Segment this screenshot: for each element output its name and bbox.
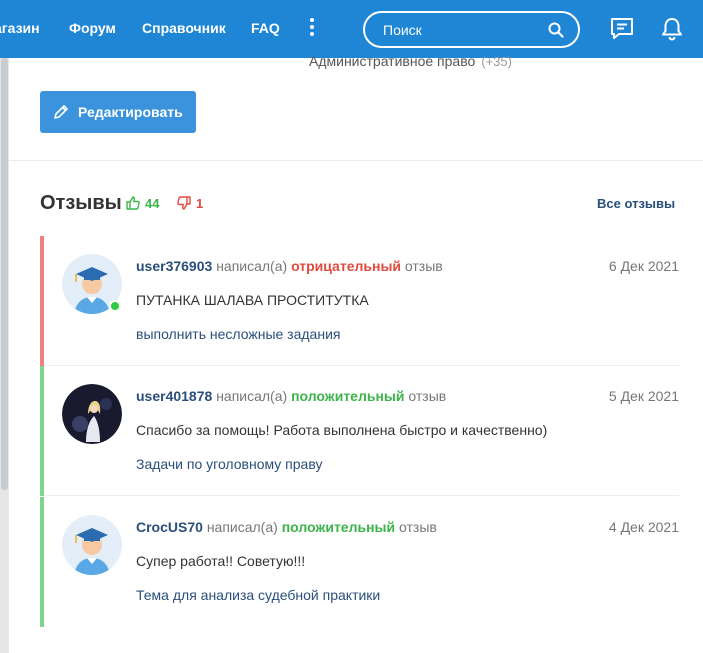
review-type: положительный bbox=[291, 388, 405, 404]
review-author[interactable]: user401878 bbox=[136, 388, 212, 404]
review-word: отзыв bbox=[408, 388, 447, 404]
bell-icon[interactable] bbox=[659, 16, 685, 42]
nav-forum[interactable]: Форум bbox=[69, 20, 116, 36]
review-separator bbox=[44, 495, 679, 496]
review-text: ПУТАНКА ШАЛАВА ПРОСТИТУТКА bbox=[136, 292, 369, 308]
review-word: отзыв bbox=[404, 258, 443, 274]
reviews-title: Отзывы bbox=[40, 192, 122, 214]
review-task-link[interactable]: Тема для анализа судебной практики bbox=[136, 587, 380, 603]
review-type: отрицательный bbox=[291, 258, 402, 274]
top-nav-bar: агазин Форум Справочник FAQ bbox=[0, 0, 703, 58]
nav-faq[interactable]: FAQ bbox=[251, 20, 280, 36]
positive-indicator-bar bbox=[40, 366, 44, 496]
review-date: 5 Дек 2021 bbox=[608, 388, 679, 404]
review-author[interactable]: user376903 bbox=[136, 258, 212, 274]
review-header: user401878 написал(а) положительный отзы… bbox=[136, 388, 446, 404]
specialization-label: Административное право bbox=[309, 53, 476, 69]
review-date: 6 Дек 2021 bbox=[608, 258, 679, 274]
all-reviews-link[interactable]: Все отзывы bbox=[597, 196, 675, 211]
search-icon[interactable] bbox=[548, 22, 564, 38]
review-item: user401878 написал(а) положительный отзы… bbox=[40, 366, 679, 496]
edit-button[interactable]: Редактировать bbox=[40, 91, 196, 133]
edit-button-label: Редактировать bbox=[78, 104, 183, 120]
search-box bbox=[363, 11, 580, 48]
review-date: 4 Дек 2021 bbox=[608, 519, 679, 535]
nav-reference[interactable]: Справочник bbox=[142, 20, 226, 36]
positive-indicator-bar bbox=[40, 497, 44, 627]
thumbs-up-icon bbox=[126, 196, 140, 210]
dislikes-count: 1 bbox=[177, 196, 203, 211]
section-divider bbox=[9, 160, 703, 161]
avatar[interactable] bbox=[62, 384, 122, 444]
negative-indicator-bar bbox=[40, 236, 44, 366]
review-task-link[interactable]: Задачи по уголовному праву bbox=[136, 456, 322, 472]
nav-shop[interactable]: агазин bbox=[0, 20, 40, 36]
review-text: Спасибо за помощь! Работа выполнена быст… bbox=[136, 422, 548, 438]
review-verb: написал(а) bbox=[216, 388, 288, 404]
likes-value: 44 bbox=[145, 196, 160, 211]
dislikes-value: 1 bbox=[196, 196, 204, 211]
review-header: CrocUS70 написал(а) положительный отзыв bbox=[136, 519, 437, 535]
search-input[interactable] bbox=[383, 20, 543, 40]
specialization-item: Административное право (+35) bbox=[309, 53, 512, 69]
review-author[interactable]: CrocUS70 bbox=[136, 519, 203, 535]
pencil-icon bbox=[54, 105, 68, 119]
avatar[interactable] bbox=[62, 515, 122, 575]
review-type: положительный bbox=[281, 519, 396, 535]
review-text: Супер работа!! Советую!!! bbox=[136, 553, 306, 569]
specialization-count: (+35) bbox=[481, 54, 512, 69]
thumbs-down-icon bbox=[177, 196, 191, 210]
scrollbar[interactable] bbox=[0, 58, 9, 653]
review-header: user376903 написал(а) отрицательный отзы… bbox=[136, 258, 443, 274]
likes-count: 44 bbox=[126, 196, 159, 211]
review-task-link[interactable]: выполнить несложные задания bbox=[136, 326, 340, 342]
review-verb: написал(а) bbox=[206, 519, 278, 535]
messages-icon[interactable] bbox=[609, 16, 635, 42]
more-menu-icon[interactable] bbox=[306, 18, 318, 38]
scrollbar-thumb[interactable] bbox=[1, 58, 8, 490]
review-item: user376903 написал(а) отрицательный отзы… bbox=[40, 236, 679, 366]
review-verb: написал(а) bbox=[216, 258, 288, 274]
review-item: CrocUS70 написал(а) положительный отзыв … bbox=[40, 497, 679, 627]
review-word: отзыв bbox=[399, 519, 437, 535]
online-status-dot bbox=[109, 300, 121, 312]
